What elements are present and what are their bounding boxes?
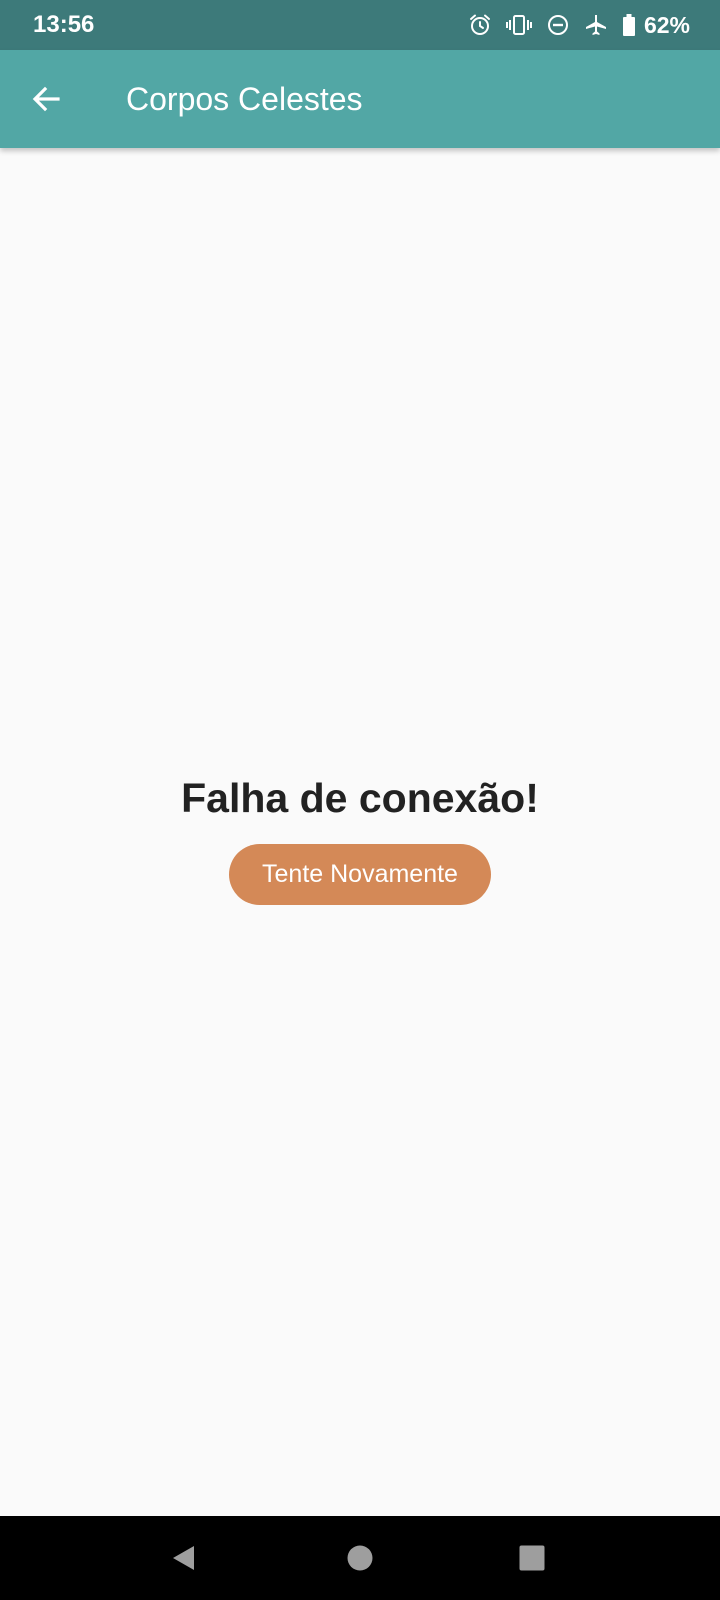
status-time: 13:56 (33, 11, 95, 38)
vibrate-icon (505, 13, 532, 37)
navigation-bar (0, 1516, 720, 1600)
nav-back-button[interactable] (158, 1532, 210, 1584)
app-title: Corpos Celestes (126, 81, 363, 117)
app-bar: Corpos Celestes (0, 50, 720, 148)
nav-recents-icon (519, 1545, 545, 1571)
nav-home-icon (347, 1545, 373, 1571)
retry-button[interactable]: Tente Novamente (229, 844, 491, 905)
connection-error-message: Falha de conexão! (181, 775, 539, 821)
status-bar: 13:56 62% (0, 0, 720, 50)
status-icons: 62% (468, 10, 690, 40)
nav-back-icon (173, 1546, 194, 1570)
battery-icon (622, 13, 636, 37)
nav-recents-button[interactable] (506, 1532, 558, 1584)
do-not-disturb-icon (546, 13, 570, 37)
main-content: Falha de conexão! Tente Novamente (0, 148, 720, 1516)
arrow-back-icon (32, 86, 60, 112)
airplane-mode-icon (584, 13, 608, 37)
alarm-icon (468, 13, 492, 37)
nav-home-button[interactable] (334, 1532, 386, 1584)
back-button[interactable] (22, 75, 70, 123)
battery-percentage: 62% (643, 12, 690, 38)
